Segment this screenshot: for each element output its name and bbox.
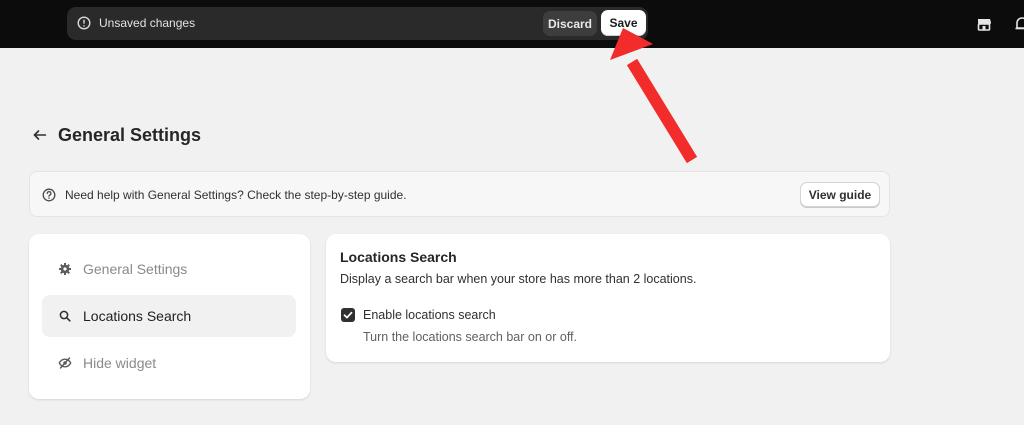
question-circle-icon (42, 188, 56, 202)
back-arrow-icon[interactable] (32, 127, 48, 143)
sidebar-item-general-settings[interactable]: General Settings (42, 248, 296, 290)
enable-locations-search-checkbox[interactable] (341, 308, 355, 322)
gear-icon (59, 263, 71, 275)
sidebar-item-label: Locations Search (83, 308, 192, 324)
card-description: Display a search bar when your store has… (340, 272, 697, 286)
search-icon (59, 310, 71, 322)
page-header: General Settings (32, 124, 201, 146)
contextual-save-bar: Unsaved changes Discard Save (67, 7, 648, 40)
checkmark-icon (343, 311, 353, 319)
help-banner: Need help with General Settings? Check t… (29, 171, 890, 217)
store-icon[interactable] (974, 14, 994, 34)
sidebar-item-label: Hide widget (83, 355, 157, 371)
eye-off-icon (58, 357, 72, 369)
sidebar-item-hide-widget[interactable]: Hide widget (42, 342, 296, 384)
alert-circle-icon (77, 16, 91, 30)
annotation-arrow (610, 28, 698, 164)
discard-button[interactable]: Discard (543, 11, 597, 36)
help-banner-text: Need help with General Settings? Check t… (65, 188, 407, 202)
checkbox-help-text: Turn the locations search bar on or off. (363, 330, 578, 344)
unsaved-changes-text: Unsaved changes (99, 16, 196, 30)
settings-sidebar: General Settings Locations Search Hide w… (29, 234, 310, 399)
checkbox-label[interactable]: Enable locations search (363, 308, 496, 322)
bell-icon[interactable] (1012, 14, 1024, 34)
locations-search-card: Locations Search Display a search bar wh… (326, 234, 890, 362)
page-title: General Settings (58, 124, 202, 145)
sidebar-item-locations-search[interactable]: Locations Search (42, 295, 296, 337)
sidebar-item-label: General Settings (83, 261, 188, 277)
view-guide-button[interactable]: View guide (800, 182, 880, 207)
card-title: Locations Search (340, 249, 457, 265)
top-bar: Unsaved changes Discard Save (0, 0, 1024, 48)
